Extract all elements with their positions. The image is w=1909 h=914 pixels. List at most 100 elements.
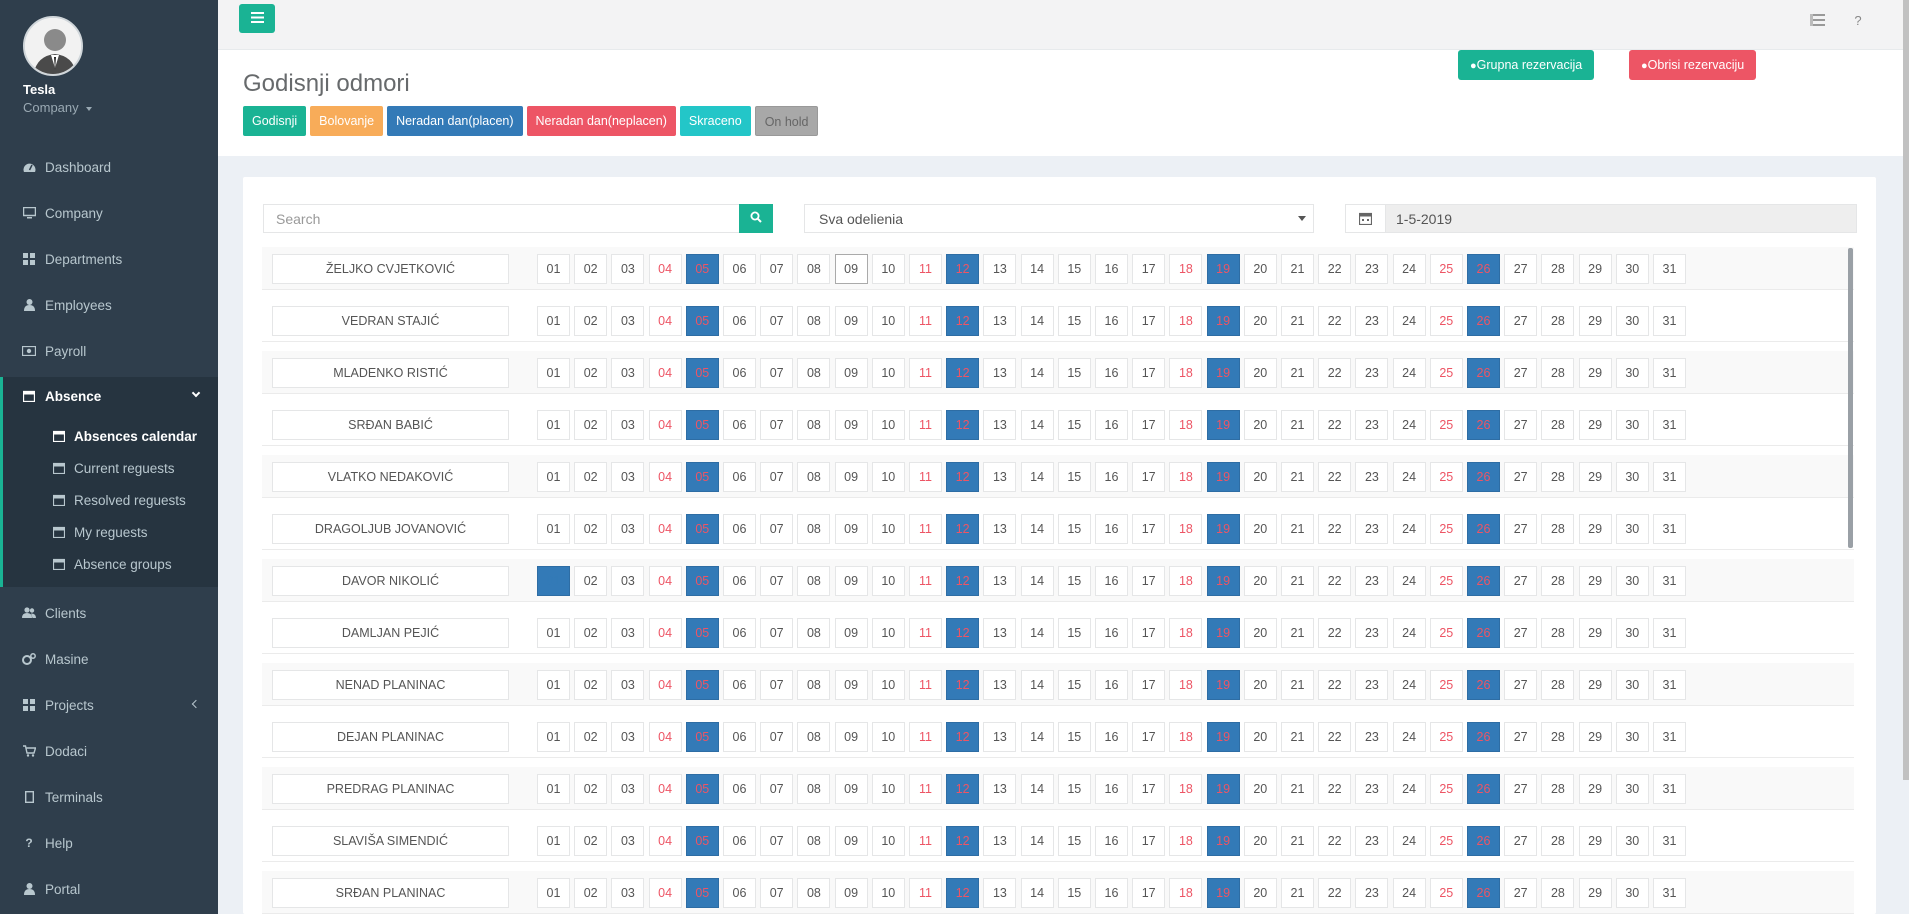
day-cell[interactable]: 22 bbox=[1318, 826, 1352, 856]
sidebar-item-clients[interactable]: Clients bbox=[0, 594, 218, 632]
day-cell[interactable]: 16 bbox=[1095, 358, 1128, 388]
day-cell[interactable]: 30 bbox=[1615, 670, 1649, 700]
day-cell[interactable]: 01 bbox=[537, 774, 570, 804]
day-cell[interactable]: 17 bbox=[1132, 358, 1166, 388]
day-cell[interactable]: 17 bbox=[1132, 254, 1166, 284]
day-cell[interactable]: 12 bbox=[946, 358, 980, 388]
day-cell[interactable]: 08 bbox=[797, 670, 831, 700]
day-cell[interactable]: 29 bbox=[1578, 566, 1612, 596]
day-cell[interactable]: 03 bbox=[611, 722, 645, 752]
day-cell[interactable]: 16 bbox=[1095, 306, 1128, 336]
day-cell[interactable]: 10 bbox=[871, 774, 905, 804]
day-cell[interactable]: 20 bbox=[1243, 514, 1277, 544]
day-cell[interactable]: 27 bbox=[1504, 462, 1538, 492]
day-cell[interactable]: 03 bbox=[611, 618, 645, 648]
day-cell[interactable]: 20 bbox=[1243, 410, 1277, 440]
day-cell[interactable]: 14 bbox=[1020, 774, 1054, 804]
day-cell[interactable]: 08 bbox=[797, 826, 831, 856]
day-cell[interactable]: 02 bbox=[574, 410, 608, 440]
day-cell[interactable]: 09 bbox=[834, 462, 868, 492]
day-cell[interactable]: 25 bbox=[1429, 358, 1463, 388]
day-cell[interactable]: 11 bbox=[909, 826, 942, 856]
day-cell[interactable]: 12 bbox=[946, 566, 980, 596]
day-cell[interactable]: 06 bbox=[723, 358, 756, 388]
department-select[interactable]: Sva odelienia bbox=[804, 204, 1314, 233]
day-cell[interactable]: 09 bbox=[834, 878, 868, 908]
day-cell[interactable]: 14 bbox=[1020, 514, 1054, 544]
day-cell[interactable]: 05 bbox=[685, 618, 719, 648]
employee-name[interactable]: NENAD PLANINAC bbox=[272, 670, 509, 700]
day-cell[interactable]: 27 bbox=[1504, 254, 1538, 284]
day-cell[interactable]: 31 bbox=[1653, 254, 1686, 284]
day-cell[interactable]: 03 bbox=[611, 254, 645, 284]
day-cell[interactable]: 09 bbox=[834, 826, 868, 856]
sidebar-item-terminals[interactable]: Terminals bbox=[0, 778, 218, 816]
employee-name[interactable]: MLADENKO RISTIĆ bbox=[272, 358, 509, 388]
day-cell[interactable]: 26 bbox=[1467, 878, 1500, 908]
day-cell[interactable]: 12 bbox=[946, 878, 980, 908]
day-cell[interactable]: 24 bbox=[1392, 306, 1426, 336]
day-cell[interactable]: 14 bbox=[1020, 462, 1054, 492]
day-cell[interactable]: 28 bbox=[1541, 410, 1575, 440]
day-cell[interactable]: 10 bbox=[871, 462, 905, 492]
day-cell[interactable]: 19 bbox=[1206, 774, 1240, 804]
day-cell[interactable]: 05 bbox=[685, 774, 719, 804]
day-cell[interactable]: 22 bbox=[1318, 566, 1352, 596]
day-cell[interactable]: 29 bbox=[1578, 774, 1612, 804]
day-cell[interactable]: 19 bbox=[1206, 306, 1240, 336]
day-cell[interactable]: 29 bbox=[1578, 878, 1612, 908]
day-cell[interactable]: 30 bbox=[1615, 254, 1649, 284]
day-cell[interactable]: 23 bbox=[1355, 462, 1389, 492]
day-cell[interactable]: 06 bbox=[723, 618, 756, 648]
day-cell[interactable]: 10 bbox=[871, 618, 905, 648]
day-cell[interactable]: 05 bbox=[685, 462, 719, 492]
day-cell[interactable]: 09 bbox=[834, 670, 868, 700]
day-cell[interactable]: 07 bbox=[760, 878, 794, 908]
day-cell[interactable]: 27 bbox=[1504, 670, 1538, 700]
day-cell[interactable]: 23 bbox=[1355, 878, 1389, 908]
day-cell[interactable]: 12 bbox=[946, 826, 980, 856]
day-cell[interactable]: 04 bbox=[648, 722, 682, 752]
day-cell[interactable]: 28 bbox=[1541, 670, 1575, 700]
day-cell[interactable]: 09 bbox=[834, 306, 868, 336]
day-cell[interactable]: 18 bbox=[1169, 462, 1203, 492]
employee-name[interactable]: SRĐAN PLANINAC bbox=[272, 878, 509, 908]
day-cell[interactable]: 20 bbox=[1243, 462, 1277, 492]
sidebar-item-dashboard[interactable]: Dashboard bbox=[0, 148, 218, 186]
day-cell[interactable]: 09 bbox=[834, 722, 868, 752]
day-cell[interactable]: 25 bbox=[1429, 254, 1463, 284]
day-cell[interactable]: 15 bbox=[1057, 306, 1091, 336]
day-cell[interactable]: 08 bbox=[797, 306, 831, 336]
day-cell[interactable]: 15 bbox=[1057, 254, 1091, 284]
day-cell[interactable]: 26 bbox=[1467, 254, 1500, 284]
day-cell[interactable]: 29 bbox=[1578, 722, 1612, 752]
employee-name[interactable]: DAMLJAN PEJIĆ bbox=[272, 618, 509, 648]
day-cell[interactable]: 30 bbox=[1615, 878, 1649, 908]
day-cell[interactable]: 19 bbox=[1206, 878, 1240, 908]
day-cell[interactable]: 05 bbox=[685, 358, 719, 388]
calendar-scrollbar[interactable] bbox=[1848, 248, 1853, 548]
day-cell[interactable]: 26 bbox=[1467, 514, 1500, 544]
day-cell[interactable]: 22 bbox=[1318, 774, 1352, 804]
day-cell[interactable]: 12 bbox=[946, 306, 980, 336]
day-cell[interactable]: 08 bbox=[797, 722, 831, 752]
day-cell[interactable]: 09 bbox=[834, 410, 868, 440]
day-cell[interactable]: 28 bbox=[1541, 826, 1575, 856]
day-cell[interactable]: 05 bbox=[685, 410, 719, 440]
day-cell[interactable]: 03 bbox=[611, 462, 645, 492]
day-cell[interactable]: 16 bbox=[1095, 462, 1128, 492]
day-cell[interactable]: 18 bbox=[1169, 254, 1203, 284]
day-cell[interactable]: 21 bbox=[1281, 670, 1314, 700]
day-cell[interactable]: 11 bbox=[909, 254, 942, 284]
day-cell[interactable]: 07 bbox=[760, 254, 794, 284]
day-cell[interactable]: 07 bbox=[760, 826, 794, 856]
day-cell[interactable]: 23 bbox=[1355, 618, 1389, 648]
day-cell[interactable]: 11 bbox=[909, 774, 942, 804]
day-cell[interactable]: 18 bbox=[1169, 878, 1203, 908]
day-cell[interactable]: 08 bbox=[797, 254, 831, 284]
day-cell[interactable]: 05 bbox=[685, 306, 719, 336]
sidebar-item-absence[interactable]: Absence bbox=[0, 377, 218, 415]
day-cell[interactable]: 20 bbox=[1243, 826, 1277, 856]
day-cell[interactable]: 20 bbox=[1243, 566, 1277, 596]
day-cell[interactable]: 10 bbox=[871, 254, 905, 284]
